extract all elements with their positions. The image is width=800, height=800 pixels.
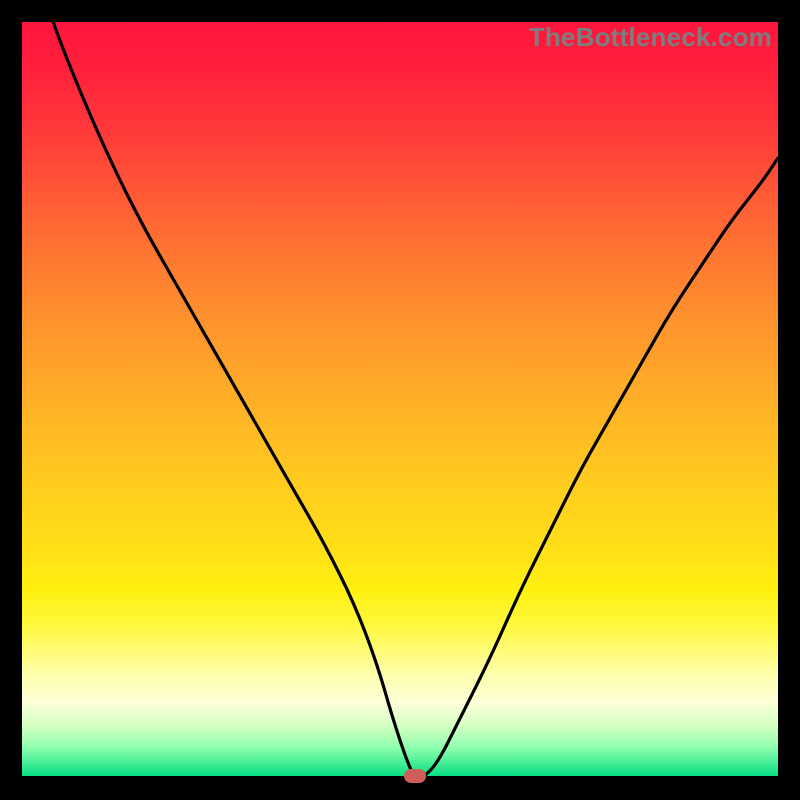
chart-plot-area: TheBottleneck.com — [22, 22, 778, 778]
bottleneck-curve — [22, 22, 778, 778]
curve-path — [22, 22, 778, 778]
chart-stage: TheBottleneck.com — [0, 0, 800, 800]
